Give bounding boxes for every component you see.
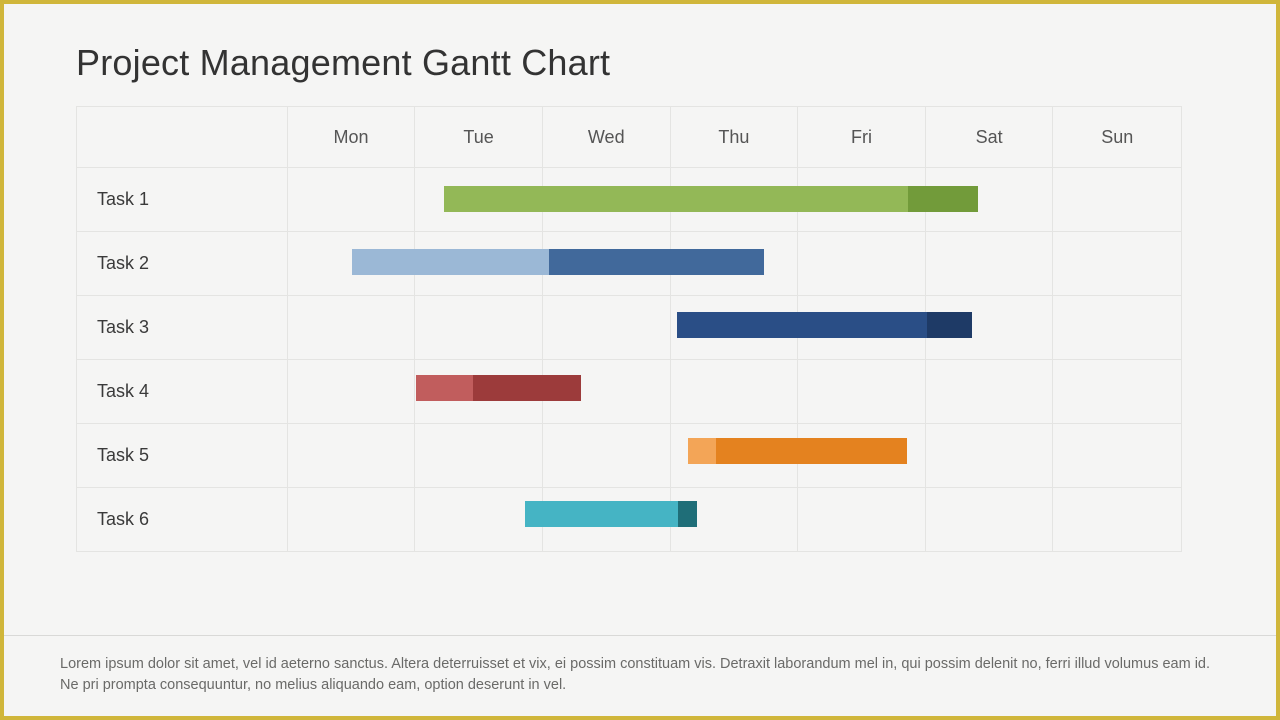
task-row-1: Task 1 — [77, 168, 1181, 232]
task-label: Task 2 — [77, 232, 288, 295]
page-title: Project Management Gantt Chart — [76, 42, 1204, 84]
task-label: Task 3 — [77, 296, 288, 359]
day-header-sun: Sun — [1053, 107, 1181, 167]
footer-caption: Lorem ipsum dolor sit amet, vel id aeter… — [4, 635, 1276, 716]
gantt-grid: Mon Tue Wed Thu Fri Sat Sun Task 1 Task … — [76, 106, 1182, 552]
day-header-sat: Sat — [926, 107, 1054, 167]
task-row-3: Task 3 — [77, 296, 1181, 360]
task-label: Task 1 — [77, 168, 288, 231]
task-row-2: Task 2 — [77, 232, 1181, 296]
day-header-tue: Tue — [415, 107, 543, 167]
task-label: Task 4 — [77, 360, 288, 423]
task-row-4: Task 4 — [77, 360, 1181, 424]
day-header-fri: Fri — [798, 107, 926, 167]
day-header-mon: Mon — [288, 107, 416, 167]
task-row-5: Task 5 — [77, 424, 1181, 488]
day-header-wed: Wed — [543, 107, 671, 167]
gantt-header-row: Mon Tue Wed Thu Fri Sat Sun — [77, 107, 1181, 168]
day-header-thu: Thu — [671, 107, 799, 167]
task-label: Task 5 — [77, 424, 288, 487]
task-row-6: Task 6 — [77, 488, 1181, 552]
corner-cell — [77, 107, 288, 167]
task-label: Task 6 — [77, 488, 288, 551]
